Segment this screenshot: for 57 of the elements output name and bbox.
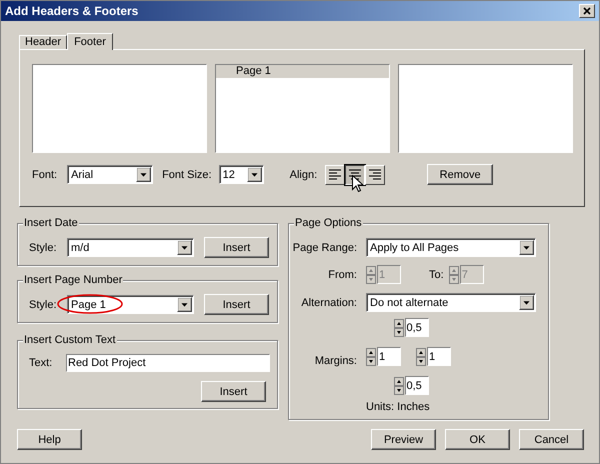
insert-button[interactable]: Insert bbox=[204, 294, 269, 315]
remove-button[interactable]: Remove bbox=[427, 164, 494, 185]
number-field[interactable]: 1 bbox=[377, 347, 401, 366]
group-title: Insert Custom Text bbox=[23, 334, 116, 346]
dropdown-arrow-icon[interactable] bbox=[177, 297, 192, 312]
spinner-arrows-icon[interactable] bbox=[366, 348, 376, 366]
field-label: Style: bbox=[29, 242, 58, 254]
number-field[interactable]: 1 bbox=[427, 347, 451, 366]
field-label: Text: bbox=[29, 357, 54, 369]
field-label: To: bbox=[429, 268, 444, 280]
mouse-pointer-icon bbox=[352, 174, 364, 192]
spinner-arrows-icon[interactable] bbox=[394, 376, 404, 394]
close-icon bbox=[583, 7, 591, 15]
font-dropdown[interactable]: Arial bbox=[67, 165, 154, 184]
units-label: Units: Inches bbox=[366, 401, 431, 413]
dropdown-arrow-icon[interactable] bbox=[136, 167, 152, 182]
align-left-button[interactable] bbox=[325, 164, 346, 184]
text-field[interactable]: Red Dot Project bbox=[66, 354, 270, 372]
tab[interactable]: Header bbox=[19, 35, 68, 49]
field-label: Font: bbox=[32, 168, 58, 180]
dropdown-arrow-icon[interactable] bbox=[177, 240, 192, 255]
spinner-arrows-icon[interactable] bbox=[394, 318, 404, 336]
align-right-button[interactable] bbox=[365, 164, 386, 184]
window-title: Add Headers & Footers bbox=[5, 4, 138, 18]
number-field[interactable]: 0,5 bbox=[404, 318, 428, 337]
align-right-icon bbox=[368, 168, 382, 181]
field-label: Margins: bbox=[314, 355, 357, 367]
dialog-button[interactable]: Preview bbox=[371, 429, 436, 450]
dialog-button[interactable]: OK bbox=[445, 429, 510, 450]
dialog-button[interactable]: Cancel bbox=[519, 429, 584, 450]
tab[interactable]: Footer bbox=[67, 33, 113, 50]
insert-button[interactable]: Insert bbox=[204, 237, 269, 258]
align-center-icon bbox=[348, 168, 362, 181]
group-title: Insert Date bbox=[23, 217, 79, 229]
align-left-icon bbox=[328, 168, 342, 181]
help-button[interactable]: Help bbox=[17, 429, 82, 450]
field-label: Alternation: bbox=[300, 296, 357, 308]
field-label: Page Range: bbox=[292, 242, 357, 254]
field-label: Align: bbox=[290, 168, 318, 180]
spinner-arrows-icon[interactable] bbox=[416, 348, 426, 366]
text-area[interactable]: Page 1 bbox=[215, 64, 390, 153]
style-dropdown[interactable]: Page 1 bbox=[67, 295, 194, 314]
font-size-dropdown[interactable]: 12 bbox=[218, 165, 264, 184]
number-field[interactable]: 0,5 bbox=[404, 376, 428, 395]
style-dropdown[interactable]: m/d bbox=[67, 238, 194, 257]
dropdown-arrow-icon[interactable] bbox=[246, 167, 262, 182]
dropdown-arrow-icon[interactable] bbox=[519, 240, 534, 255]
field-label: Font Size: bbox=[162, 168, 212, 180]
field-label: From: bbox=[327, 268, 357, 280]
page-range-dropdown[interactable]: Apply to All Pages bbox=[366, 238, 536, 257]
alternation-dropdown[interactable]: Do not alternate bbox=[366, 293, 536, 312]
dropdown-arrow-icon[interactable] bbox=[519, 295, 534, 310]
insert-button[interactable]: Insert bbox=[201, 381, 266, 402]
close-button[interactable] bbox=[579, 4, 595, 18]
group-title: Page Options bbox=[294, 217, 363, 229]
group-title: Insert Page Number bbox=[23, 274, 124, 286]
field-label: Style: bbox=[29, 298, 58, 310]
